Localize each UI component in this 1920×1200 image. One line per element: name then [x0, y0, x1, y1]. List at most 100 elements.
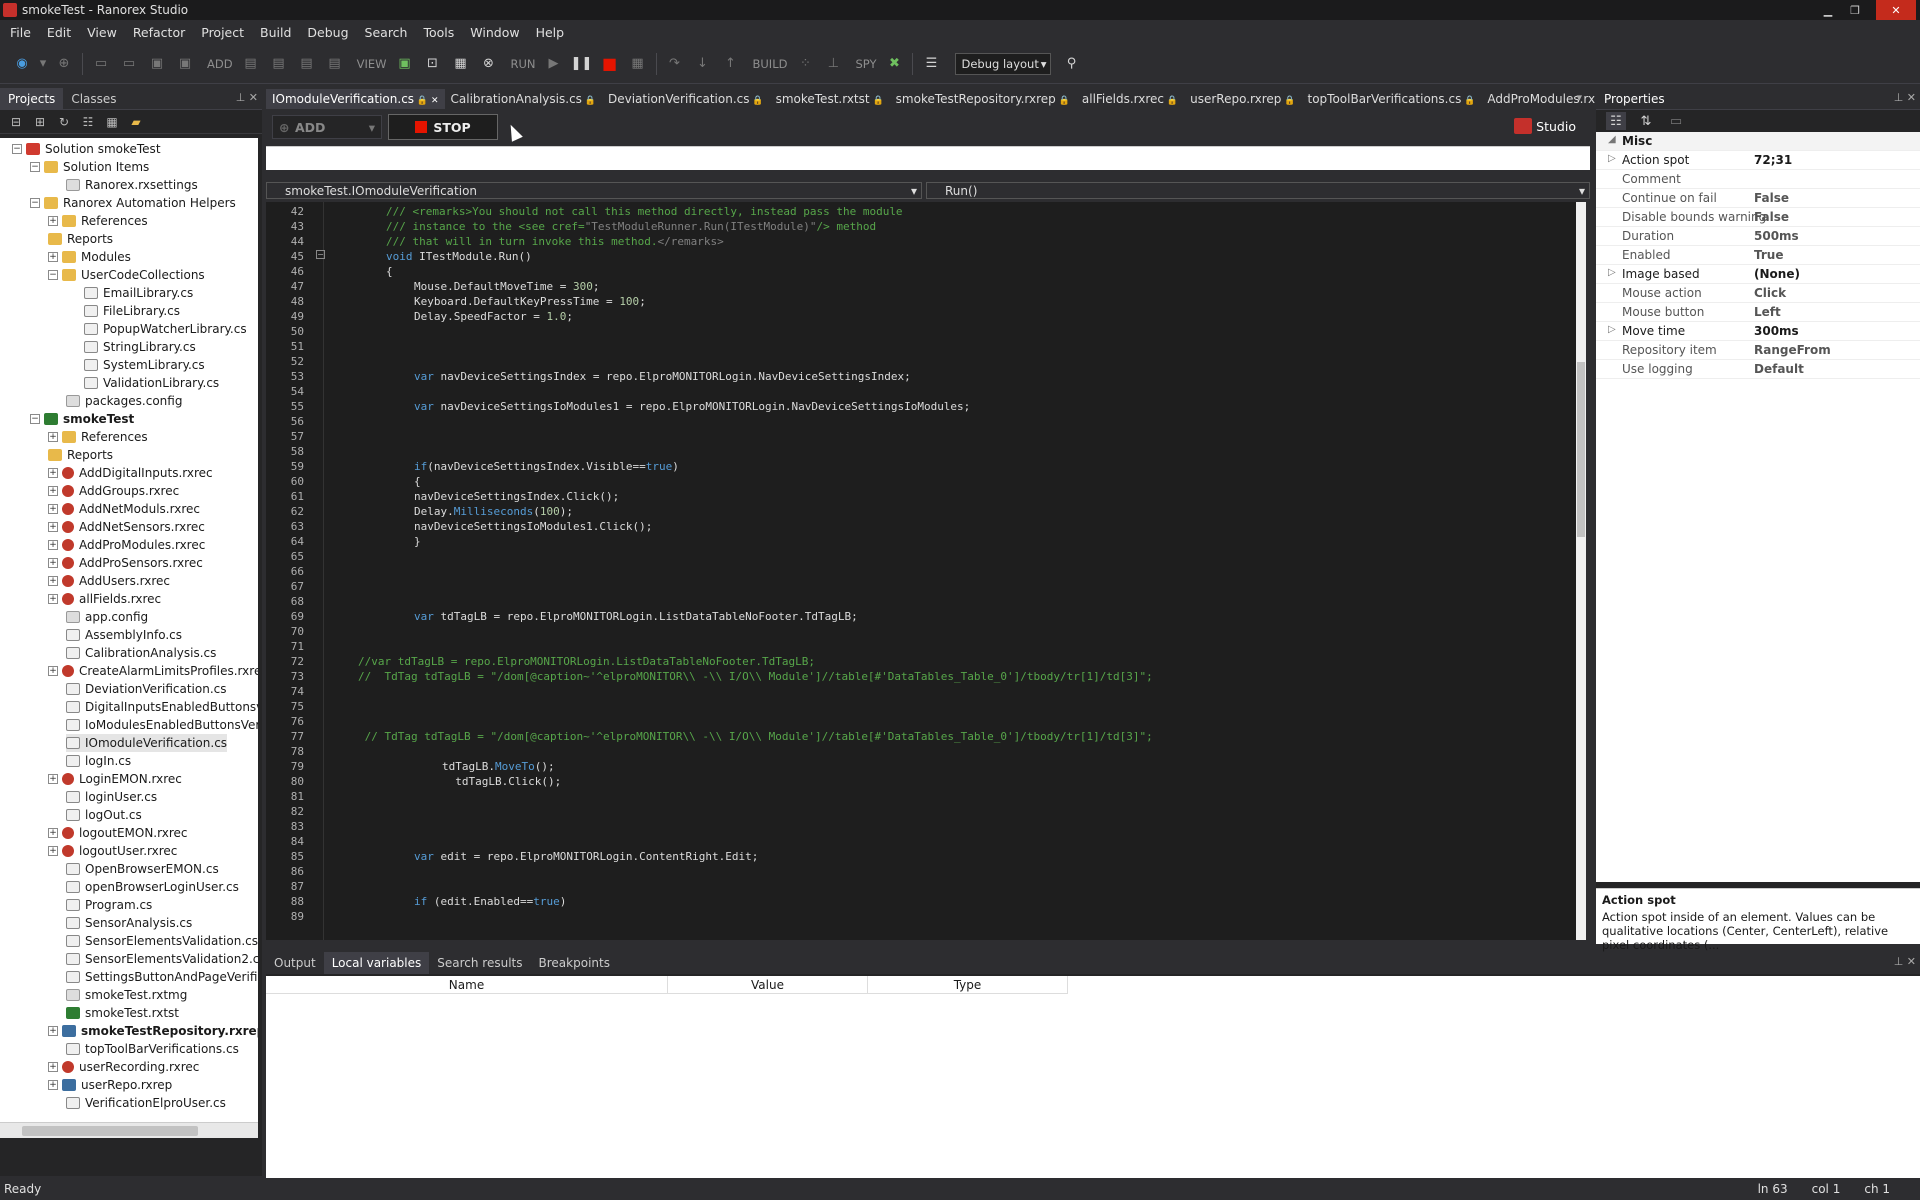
expand-icon[interactable]: +: [48, 1062, 58, 1072]
tree-item[interactable]: IoModulesEnabledButtonsVerific: [66, 716, 258, 734]
expand-icon[interactable]: ▷: [1608, 267, 1616, 278]
code-line[interactable]: var navDeviceSettingsIoModules1 = repo.E…: [414, 399, 970, 414]
menu-file[interactable]: File: [2, 25, 39, 40]
code-line[interactable]: navDeviceSettingsIoModules1.Click();: [414, 519, 652, 534]
property-row[interactable]: ▷ Action spot 72;31: [1596, 151, 1920, 170]
forward-icon[interactable]: ⊕: [52, 52, 76, 76]
view-repository-icon[interactable]: ▦: [448, 52, 472, 76]
menu-help[interactable]: Help: [528, 25, 573, 40]
add-action-button[interactable]: ⊕ ADD ▾: [272, 115, 382, 139]
expand-icon[interactable]: +: [48, 1026, 58, 1036]
tab-search-results[interactable]: Search results: [429, 952, 530, 974]
code-line[interactable]: if (edit.Enabled==true): [414, 894, 566, 909]
column-header-type[interactable]: Type: [868, 976, 1068, 994]
expand-icon[interactable]: +: [48, 504, 58, 514]
property-value[interactable]: 300ms: [1754, 324, 1799, 338]
tree-item[interactable]: Program.cs: [66, 896, 152, 914]
tree-item[interactable]: StringLibrary.cs: [84, 338, 196, 356]
code-line[interactable]: /// <remarks>You should not call this me…: [386, 204, 903, 219]
expand-icon[interactable]: +: [48, 1080, 58, 1090]
tree-item[interactable]: FileLibrary.cs: [84, 302, 180, 320]
sort-alpha-icon[interactable]: ⇅: [1636, 112, 1656, 130]
member-selector[interactable]: Run() ▾: [926, 182, 1590, 199]
tree-item[interactable]: − Solution Items: [30, 158, 149, 176]
tree-item[interactable]: + References: [48, 212, 148, 230]
tree-item[interactable]: + AddDigitalInputs.rxrec: [48, 464, 213, 482]
column-header-name[interactable]: Name: [266, 976, 668, 994]
tree-item[interactable]: logIn.cs: [66, 752, 131, 770]
code-editor[interactable]: 42 43 44 45 46 47 48 49 50 51 52 53 54 55 56 57 58 59 60 61…: [266, 202, 1582, 940]
tab-classes[interactable]: Classes: [63, 88, 124, 110]
tree-item[interactable]: + logoutUser.rxrec: [48, 842, 177, 860]
expand-icon[interactable]: +: [48, 468, 58, 478]
menu-tools[interactable]: Tools: [415, 25, 462, 40]
tree-item[interactable]: VerificationElproUser.cs: [66, 1094, 226, 1112]
refresh-icon[interactable]: ↻: [54, 112, 74, 132]
menu-search[interactable]: Search: [357, 25, 416, 40]
expand-icon[interactable]: +: [48, 846, 58, 856]
tree-item[interactable]: + allFields.rxrec: [48, 590, 161, 608]
minimize-button[interactable]: ▁: [1816, 0, 1840, 20]
tree-item[interactable]: + userRecording.rxrec: [48, 1058, 199, 1076]
tree-item[interactable]: + AddGroups.rxrec: [48, 482, 179, 500]
add-code-icon[interactable]: ▤: [267, 52, 291, 76]
property-category[interactable]: ◢ Misc: [1596, 132, 1920, 151]
tree-item[interactable]: smokeTest.rxtmg: [66, 986, 187, 1004]
code-line[interactable]: // TdTag tdTagLB = "/dom[@caption~'^elpr…: [358, 669, 1153, 684]
tree-item[interactable]: + AddNetModuls.rxrec: [48, 500, 200, 518]
expand-icon[interactable]: ▷: [1608, 153, 1616, 164]
expand-icon[interactable]: +: [48, 486, 58, 496]
menu-window[interactable]: Window: [462, 25, 527, 40]
expand-icon[interactable]: +: [48, 558, 58, 568]
code-line[interactable]: Delay.Milliseconds(100);: [414, 504, 573, 519]
property-row[interactable]: Comment: [1596, 170, 1920, 189]
property-value[interactable]: Left: [1754, 305, 1781, 319]
back-icon[interactable]: ◉: [10, 52, 34, 76]
panel-pin-icon[interactable]: ⊥ ✕: [1894, 91, 1916, 104]
tree-item[interactable]: + smokeTestRepository.rxrep: [48, 1022, 258, 1040]
code-line[interactable]: navDeviceSettingsIndex.Click();: [414, 489, 619, 504]
expand-icon[interactable]: ▷: [1608, 324, 1616, 335]
expand-icon[interactable]: +: [48, 540, 58, 550]
run-icon[interactable]: ▶: [542, 52, 566, 76]
menu-build[interactable]: Build: [252, 25, 299, 40]
expand-icon[interactable]: +: [48, 252, 58, 262]
lock-close-icon[interactable]: 🔒 ✕: [414, 96, 439, 106]
code-line[interactable]: // TdTag tdTagLB = "/dom[@caption~'^elpr…: [358, 729, 1153, 744]
document-tab[interactable]: topToolBarVerifications.cs 🔒: [1302, 89, 1482, 109]
settings-sliders-icon[interactable]: ☰: [919, 52, 943, 76]
open-icon[interactable]: ▭: [117, 52, 141, 76]
code-line[interactable]: {: [386, 264, 393, 279]
property-row[interactable]: Disable bounds warning False: [1596, 208, 1920, 227]
tree-item[interactable]: topToolBarVerifications.cs: [66, 1040, 239, 1058]
collapse-all-icon[interactable]: ⊟: [6, 112, 26, 132]
tree-item[interactable]: + AddProSensors.rxrec: [48, 554, 203, 572]
tree-item[interactable]: + userRepo.rxrep: [48, 1076, 172, 1094]
tree-item[interactable]: loginUser.cs: [66, 788, 157, 806]
tree-item[interactable]: − Solution smokeTest: [12, 140, 161, 158]
fold-icon[interactable]: −: [316, 250, 325, 259]
document-tab[interactable]: userRepo.rxrep 🔒: [1184, 89, 1301, 109]
property-row[interactable]: Mouse button Left: [1596, 303, 1920, 322]
tree-item[interactable]: app.config: [66, 608, 148, 626]
view-link-icon[interactable]: ⊗: [476, 52, 500, 76]
property-row[interactable]: Continue on fail False: [1596, 189, 1920, 208]
tree-item[interactable]: ValidationLibrary.cs: [84, 374, 219, 392]
add-folder-icon[interactable]: ▤: [295, 52, 319, 76]
restore-button[interactable]: ❐: [1843, 0, 1867, 20]
document-tab[interactable]: smokeTestRepository.rxrep 🔒: [890, 89, 1076, 109]
tab-list-icon[interactable]: ▾: [1576, 91, 1582, 104]
code-line[interactable]: Delay.SpeedFactor = 1.0;: [414, 309, 573, 324]
collapse-icon[interactable]: −: [30, 162, 40, 172]
property-row[interactable]: Use logging Default: [1596, 360, 1920, 379]
code-line[interactable]: //var tdTagLB = repo.ElproMONITORLogin.L…: [358, 654, 815, 669]
document-tab[interactable]: IOmoduleVerification.cs 🔒 ✕: [266, 89, 445, 109]
tree-item[interactable]: Ranorex.rxsettings: [66, 176, 198, 194]
panel-pin-icon[interactable]: ⊥ ✕: [236, 91, 258, 104]
expand-icon[interactable]: +: [48, 576, 58, 586]
add-item-icon[interactable]: ▤: [323, 52, 347, 76]
property-row[interactable]: Repository item RangeFrom: [1596, 341, 1920, 360]
code-line[interactable]: Mouse.DefaultMoveTime = 300;: [414, 279, 599, 294]
tree-item[interactable]: DigitalInputsEnabledButtonsverif: [66, 698, 258, 716]
deploy-icon[interactable]: ⊥: [821, 52, 845, 76]
